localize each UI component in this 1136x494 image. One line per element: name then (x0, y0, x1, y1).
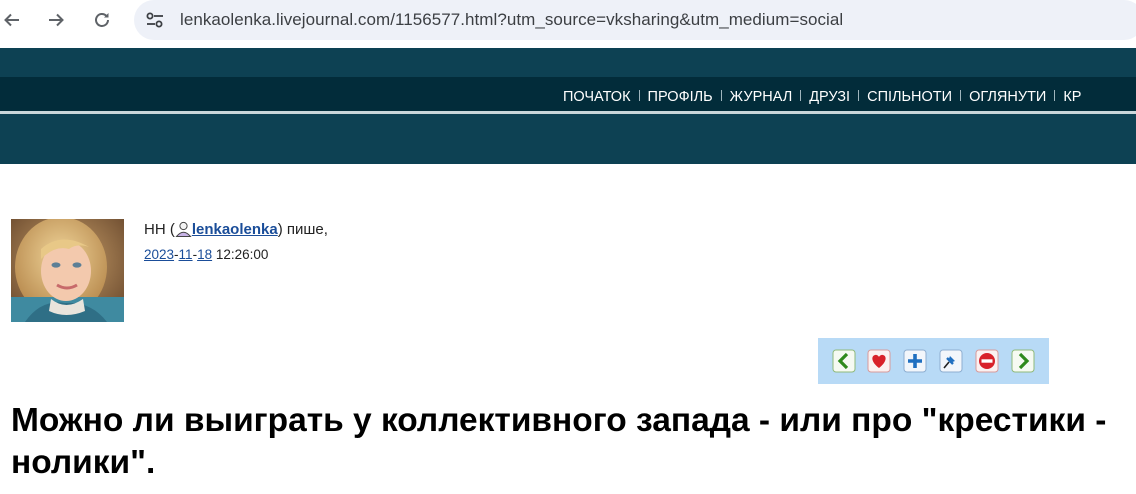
author-suffix: ) пише, (277, 221, 328, 238)
post-date: 2023-11-18 12:26:00 (144, 247, 268, 262)
ignore-entry-button[interactable] (974, 348, 1000, 374)
nav-item-profile[interactable]: ПРОФІЛЬ (640, 89, 721, 105)
add-to-memories-button[interactable] (866, 348, 892, 374)
pin-icon (939, 349, 963, 373)
user-icon[interactable] (175, 221, 192, 237)
track-entry-button[interactable] (902, 348, 928, 374)
avatar[interactable] (11, 219, 124, 322)
nav-item-communities[interactable]: СПІЛЬНОТИ (859, 89, 960, 105)
nav-item-friends[interactable]: ДРУЗІ (801, 89, 858, 105)
back-arrow-icon (4, 13, 19, 27)
pin-entry-button[interactable] (938, 348, 964, 374)
browser-toolbar: lenkaolenka.livejournal.com/1156577.html… (0, 0, 1136, 40)
tune-icon (146, 12, 163, 28)
back-button[interactable] (0, 6, 26, 34)
header-band-bottom (0, 114, 1136, 164)
next-entry-button[interactable] (1010, 348, 1036, 374)
stop-icon (975, 349, 999, 373)
url-text[interactable]: lenkaolenka.livejournal.com/1156577.html… (180, 0, 843, 40)
post-time: 12:26:00 (212, 247, 269, 262)
avatar-portrait-icon (11, 219, 124, 322)
nav-item-truncated[interactable]: КР (1055, 89, 1089, 105)
header-band-top (0, 48, 1136, 77)
username-link[interactable]: lenkaolenka (192, 221, 278, 238)
date-year-link[interactable]: 2023 (144, 247, 174, 262)
reload-button[interactable] (88, 6, 116, 34)
date-day-link[interactable]: 18 (197, 247, 212, 262)
entry-actions-toolbar (818, 338, 1049, 384)
previous-entry-button[interactable] (831, 348, 857, 374)
heart-icon (867, 349, 891, 373)
arrow-left-icon (832, 349, 856, 373)
nav-item-journal[interactable]: ЖУРНАЛ (722, 89, 801, 105)
reload-icon (95, 13, 109, 27)
plus-icon (903, 349, 927, 373)
main-navigation: ПОЧАТОК ПРОФІЛЬ ЖУРНАЛ ДРУЗІ СПІЛЬНОТИ О… (0, 77, 1136, 111)
nav-item-explore[interactable]: ОГЛЯНУТИ (961, 89, 1054, 105)
site-info-button[interactable] (142, 8, 168, 32)
nav-item-home[interactable]: ПОЧАТОК (555, 89, 639, 105)
post-title: Можно ли выиграть у коллективного запада… (11, 402, 1107, 481)
arrow-right-icon (1011, 349, 1035, 373)
author-name: НН ( (144, 221, 175, 238)
forward-arrow-icon (49, 13, 64, 27)
post-author-line: НН ( lenkaolenka) пише, (144, 221, 328, 238)
forward-button[interactable] (42, 6, 70, 34)
date-month-link[interactable]: 11 (179, 247, 193, 262)
